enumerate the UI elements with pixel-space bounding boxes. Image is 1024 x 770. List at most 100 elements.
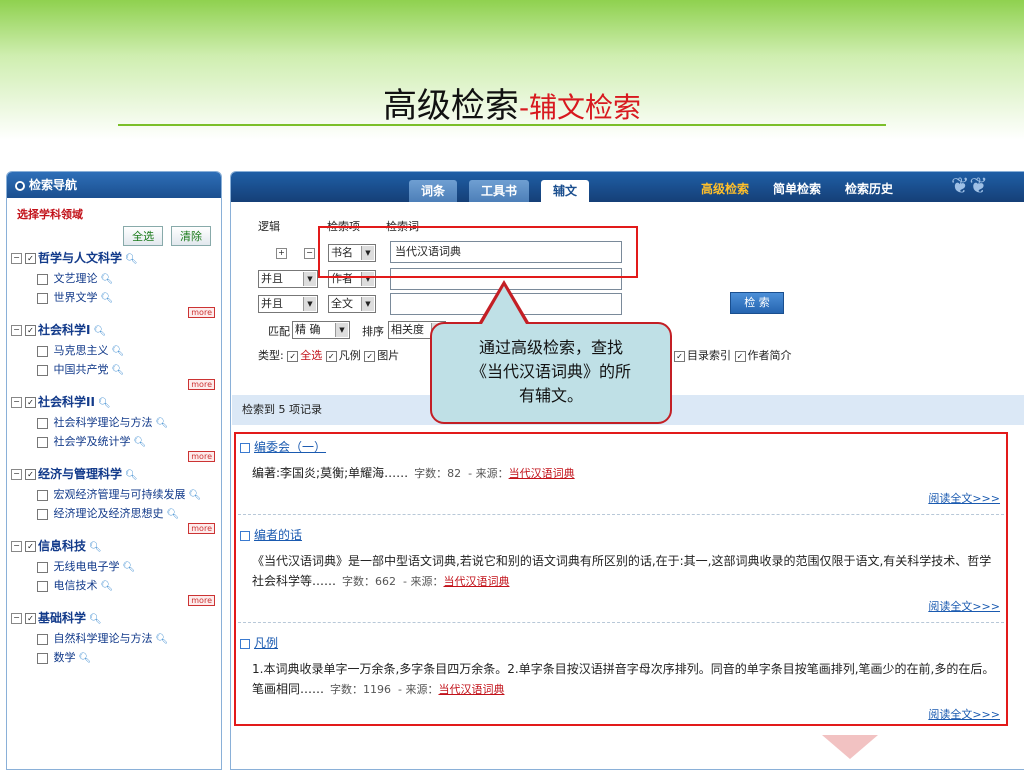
collapse-icon[interactable]: − xyxy=(11,397,22,408)
category-label[interactable]: 社会科学I xyxy=(38,323,90,337)
type-image[interactable]: 图片 xyxy=(377,349,399,362)
category-header[interactable]: − ✓ 社会科学II 🔍︎ xyxy=(11,394,221,412)
collapse-icon[interactable]: − xyxy=(11,613,22,624)
subcategory-item[interactable]: 文艺理论 🔍︎ xyxy=(37,271,221,287)
subcategory-label[interactable]: 数学 xyxy=(54,651,76,664)
subcategory-item[interactable]: 无线电电子学 🔍︎ xyxy=(37,559,221,575)
remove-row-icon[interactable]: − xyxy=(304,248,315,259)
magnifier-icon[interactable]: 🔍︎ xyxy=(125,470,138,481)
subcategory-label[interactable]: 社会学及统计学 xyxy=(54,435,131,448)
checkbox-checked-icon[interactable]: ✓ xyxy=(325,350,337,362)
collapse-icon[interactable]: − xyxy=(11,325,22,336)
dropdown-arrow-icon[interactable]: ▼ xyxy=(303,297,316,311)
magnifier-icon[interactable]: 🔍︎ xyxy=(167,509,180,520)
magnifier-icon[interactable]: 🔍︎ xyxy=(101,293,114,304)
tab-entries[interactable]: 词条 xyxy=(409,180,458,202)
subcategory-item[interactable]: 数学 🔍︎ xyxy=(37,650,221,666)
magnifier-icon[interactable]: 🔍︎ xyxy=(134,437,147,448)
subcategory-label[interactable]: 中国共产党 xyxy=(54,363,109,376)
checkbox-icon[interactable] xyxy=(37,364,48,376)
more-link[interactable]: more xyxy=(7,520,221,534)
type-index[interactable]: 目录索引 xyxy=(687,349,731,362)
source-link[interactable]: 当代汉语词典 xyxy=(443,575,509,588)
source-link[interactable]: 当代汉语词典 xyxy=(438,683,504,696)
tab-reference-books[interactable]: 工具书 xyxy=(469,180,530,202)
link-advanced-search[interactable]: 高级检索 xyxy=(701,180,749,197)
link-simple-search[interactable]: 简单检索 xyxy=(773,180,821,197)
read-full-link[interactable]: 阅读全文>>> xyxy=(240,598,1000,614)
more-label[interactable]: more xyxy=(188,595,215,606)
field-select-3[interactable]: 全文 ▼ xyxy=(328,295,376,313)
source-link[interactable]: 当代汉语词典 xyxy=(509,467,575,480)
read-full-link[interactable]: 阅读全文>>> xyxy=(240,490,1000,506)
checkbox-icon[interactable] xyxy=(37,561,48,573)
category-label[interactable]: 哲学与人文科学 xyxy=(38,251,122,265)
search-button[interactable]: 检 索 xyxy=(730,292,784,314)
subcategory-label[interactable]: 自然科学理论与方法 xyxy=(54,632,153,645)
dropdown-arrow-icon[interactable]: ▼ xyxy=(303,272,316,286)
result-title-text[interactable]: 编者的话 xyxy=(254,528,302,542)
magnifier-icon[interactable]: 🔍︎ xyxy=(101,274,114,285)
subcategory-item[interactable]: 社会科学理论与方法 🔍︎ xyxy=(37,415,221,431)
checkbox-checked-icon[interactable]: ✓ xyxy=(25,541,36,552)
checkbox-checked-icon[interactable]: ✓ xyxy=(25,253,36,264)
more-link[interactable]: more xyxy=(7,376,221,390)
checkbox-checked-icon[interactable]: ✓ xyxy=(364,350,376,362)
category-header[interactable]: − ✓ 哲学与人文科学 🔍︎ xyxy=(11,250,221,268)
subcategory-label[interactable]: 电信技术 xyxy=(54,579,98,592)
result-title-text[interactable]: 编委会（一） xyxy=(254,440,326,454)
link-search-history[interactable]: 检索历史 xyxy=(845,180,893,197)
type-select-all[interactable]: 全选 xyxy=(300,349,322,362)
result-title[interactable]: 编委会（一） xyxy=(240,438,1000,455)
category-header[interactable]: − ✓ 基础科学 🔍︎ xyxy=(11,610,221,628)
category-header[interactable]: − ✓ 经济与管理科学 🔍︎ xyxy=(11,466,221,484)
magnifier-icon[interactable]: 🔍︎ xyxy=(98,398,111,409)
checkbox-checked-icon[interactable]: ✓ xyxy=(25,325,36,336)
checkbox-checked-icon[interactable]: ✓ xyxy=(734,350,746,362)
dropdown-arrow-icon[interactable]: ▼ xyxy=(335,323,348,337)
subcategory-label[interactable]: 社会科学理论与方法 xyxy=(54,416,153,429)
magnifier-icon[interactable]: 🔍︎ xyxy=(123,562,136,573)
more-label[interactable]: more xyxy=(188,307,215,318)
magnifier-icon[interactable]: 🔍︎ xyxy=(156,418,169,429)
category-label[interactable]: 经济与管理科学 xyxy=(38,467,122,481)
checkbox-checked-icon[interactable]: ✓ xyxy=(25,469,36,480)
more-label[interactable]: more xyxy=(188,523,215,534)
checkbox-icon[interactable] xyxy=(37,345,48,357)
clear-button[interactable]: 清除 xyxy=(171,226,211,246)
more-label[interactable]: more xyxy=(188,451,215,462)
more-link[interactable]: more xyxy=(7,304,221,318)
checkbox-icon[interactable] xyxy=(37,652,48,664)
checkbox-icon[interactable] xyxy=(37,273,48,285)
checkbox-checked-icon[interactable]: ✓ xyxy=(25,397,36,408)
checkbox-checked-icon[interactable]: ✓ xyxy=(25,613,36,624)
magnifier-icon[interactable]: 🔍︎ xyxy=(101,581,114,592)
checkbox-icon[interactable] xyxy=(37,489,48,501)
more-link[interactable]: more xyxy=(7,448,221,462)
magnifier-icon[interactable]: 🔍︎ xyxy=(112,346,125,357)
add-row-icon[interactable]: + xyxy=(276,248,287,259)
subcategory-label[interactable]: 经济理论及经济思想史 xyxy=(54,507,164,520)
checkbox-icon[interactable] xyxy=(37,633,48,645)
subcategory-label[interactable]: 世界文学 xyxy=(54,291,98,304)
more-link[interactable]: more xyxy=(7,592,221,606)
subcategory-label[interactable]: 无线电电子学 xyxy=(54,560,120,573)
category-label[interactable]: 社会科学II xyxy=(38,395,95,409)
subcategory-item[interactable]: 自然科学理论与方法 🔍︎ xyxy=(37,631,221,647)
type-author-bio[interactable]: 作者简介 xyxy=(748,349,792,362)
result-title[interactable]: 凡例 xyxy=(240,634,1000,651)
subcategory-label[interactable]: 马克思主义 xyxy=(54,344,109,357)
checkbox-checked-icon[interactable]: ✓ xyxy=(287,350,299,362)
more-label[interactable]: more xyxy=(188,379,215,390)
checkbox-icon[interactable] xyxy=(37,417,48,429)
logic-select-2[interactable]: 并且 ▼ xyxy=(258,270,318,288)
collapse-icon[interactable]: − xyxy=(11,253,22,264)
tab-auxiliary-text[interactable]: 辅文 xyxy=(541,180,590,202)
checkbox-icon[interactable] xyxy=(37,580,48,592)
magnifier-icon[interactable]: 🔍︎ xyxy=(89,542,102,553)
magnifier-icon[interactable]: 🔍︎ xyxy=(112,365,125,376)
magnifier-icon[interactable]: 🔍︎ xyxy=(156,634,169,645)
category-label[interactable]: 基础科学 xyxy=(38,611,86,625)
read-full-link[interactable]: 阅读全文>>> xyxy=(240,706,1000,722)
category-header[interactable]: − ✓ 信息科技 🔍︎ xyxy=(11,538,221,556)
